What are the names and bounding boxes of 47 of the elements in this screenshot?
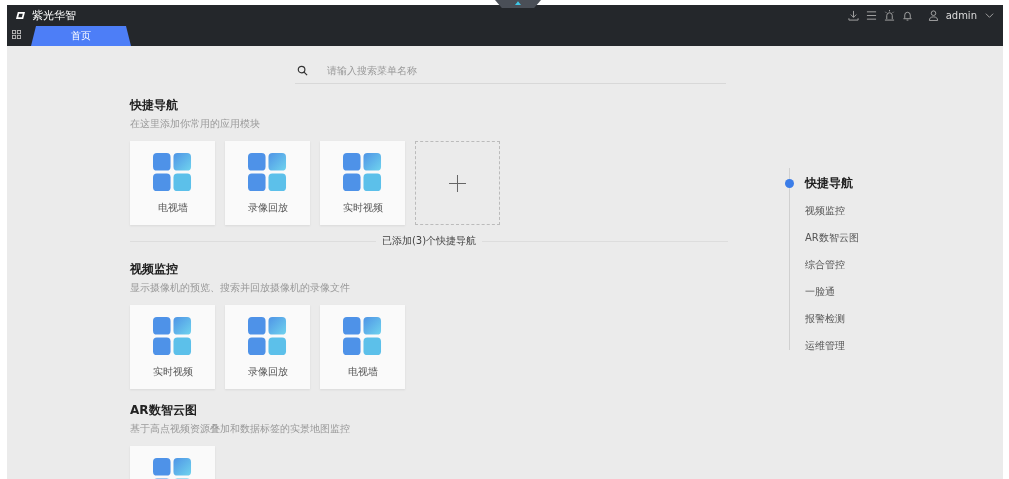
app-label: 录像回放 [247,201,288,215]
menu-icon[interactable] [865,10,877,21]
app-tiles-icon [153,153,192,192]
app-card[interactable]: 录像回放 [225,305,310,389]
logo-icon [15,11,26,20]
app-label: 电视墙 [347,365,378,379]
app-tiles-icon [343,317,382,356]
anchor-link[interactable]: AR数智云图 [805,230,859,245]
user-name[interactable]: admin [945,10,977,21]
app-card[interactable]: 电视墙 [320,305,405,389]
anchor-link[interactable]: 运维管理 [805,338,845,353]
anchor-link[interactable]: 一脸通 [805,284,835,299]
plus-icon [449,174,466,192]
bell-icon[interactable] [901,10,913,21]
app-card[interactable]: 录像回放 [225,141,310,225]
app-card[interactable]: 实时视频 [320,141,405,225]
home-tab[interactable]: 首页 [31,26,131,46]
section-description: 基于高点视频资源叠加和数据标签的实景地图监控 [130,422,351,436]
app-tiles-icon [153,317,192,356]
collapse-handle[interactable] [495,0,541,8]
anchor-link[interactable]: 视频监控 [805,203,845,218]
section-title: 快捷导航 [130,97,179,114]
search-field[interactable]: 请输入搜索菜单名称 [325,64,726,77]
app-title: 紫光华智 [32,8,76,23]
app-label: 录像回放 [247,365,288,379]
added-count: 已添加(3)个快捷导航 [381,234,477,248]
app-card[interactable]: 实时视频 [130,305,215,389]
app-label: 实时视频 [152,365,193,379]
app-grid-icon[interactable] [12,30,21,39]
section-description: 显示摄像机的预览、搜索并回放摄像机的录像文件 [130,281,351,295]
app-label: 电视墙 [157,201,188,215]
app-tiles-icon [248,317,287,356]
search-icon [297,65,308,76]
section-title: 视频监控 [130,261,179,278]
anchor-link[interactable]: 报警检测 [805,311,845,326]
chevron-down-icon[interactable] [984,10,995,21]
app-label: 实时视频 [342,201,383,215]
app-card[interactable]: 电视墙 [130,141,215,225]
section-description: 在这里添加你常用的应用模块 [130,117,261,131]
app-tiles-icon [343,153,382,192]
alarm-light-icon[interactable] [883,10,895,21]
user-icon [927,10,939,21]
section-title: AR数智云图 [130,402,198,419]
app-tiles-icon [248,153,287,192]
anchor-link[interactable]: 快捷导航 [805,175,853,192]
download-icon[interactable] [847,10,859,21]
anchor-link[interactable]: 综合管控 [805,257,845,272]
